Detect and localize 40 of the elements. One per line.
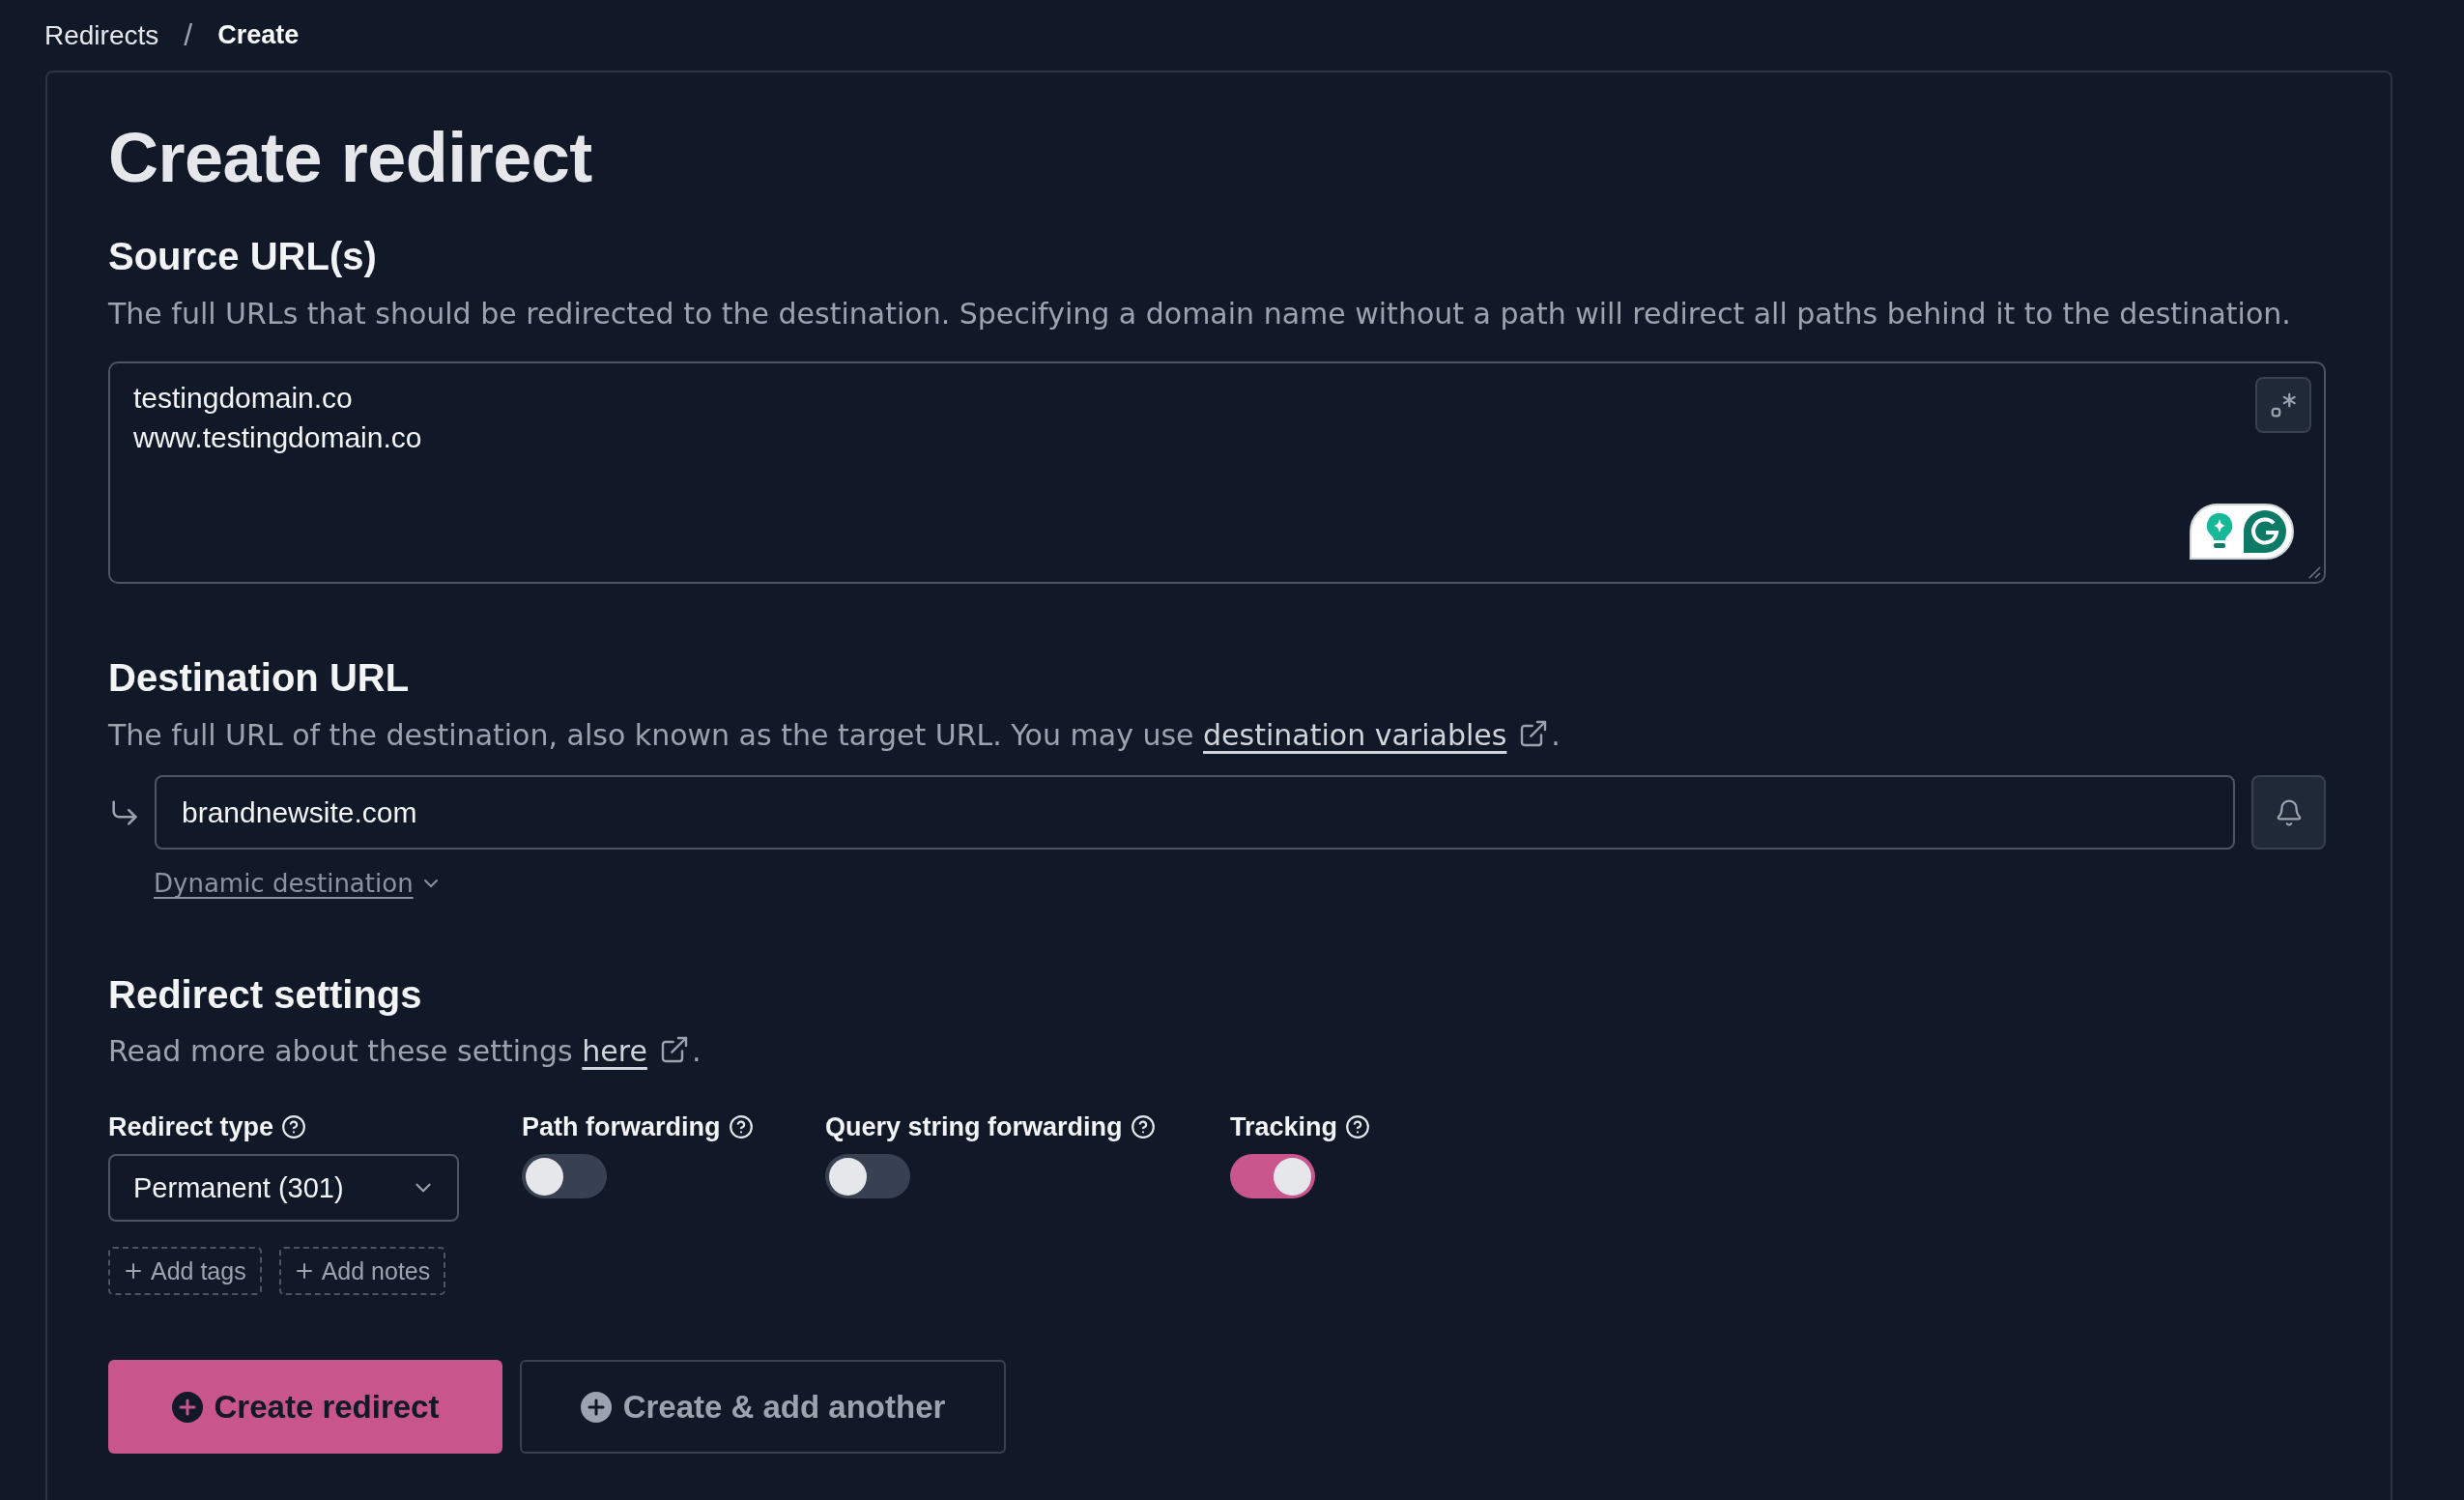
help-icon[interactable] xyxy=(1130,1114,1156,1139)
plus-circle-icon xyxy=(171,1391,203,1423)
create-redirect-button[interactable]: Create redirect xyxy=(108,1360,502,1454)
section-heading: Destination URL xyxy=(108,655,411,701)
toggle-switch[interactable] xyxy=(1230,1154,1315,1198)
plus-circle-icon xyxy=(580,1391,612,1423)
regex-button[interactable] xyxy=(2255,377,2311,433)
section-description: Read more about these settings here . xyxy=(108,1033,702,1070)
destination-url-field[interactable]: brandnewsite.com xyxy=(155,775,2235,850)
settings-link[interactable]: here xyxy=(582,1034,647,1068)
help-icon[interactable] xyxy=(1345,1114,1371,1139)
toggle-switch[interactable] xyxy=(825,1154,910,1198)
section-heading: Source URL(s) xyxy=(108,234,378,279)
redirect-type-select[interactable]: Permanent (301) xyxy=(108,1154,459,1222)
toggle-switch[interactable] xyxy=(522,1154,607,1198)
add-button[interactable]: Add notes xyxy=(278,1247,446,1295)
dynamic-destination-link[interactable]: Dynamic destination xyxy=(154,867,443,900)
breadcrumb-link[interactable]: Redirects xyxy=(44,19,159,51)
section-description: The full URL of the destination, also known as the target URL. You may use destination variables . xyxy=(108,717,1561,754)
section-heading: Redirect settings xyxy=(108,972,423,1018)
lightbulb-icon xyxy=(2205,512,2234,551)
field-label: Path forwarding xyxy=(522,1111,721,1142)
field-label: Query string forwarding xyxy=(825,1111,1123,1142)
resize-handle-icon[interactable] xyxy=(2307,565,2321,579)
breadcrumb-separator: / xyxy=(184,17,193,53)
create-another-button[interactable]: Create & add another xyxy=(520,1360,1006,1454)
source-urls-field[interactable]: testingdomain.co www.testingdomain.co xyxy=(108,361,2326,584)
bell-button[interactable] xyxy=(2251,775,2326,850)
variables-link[interactable]: destination variables xyxy=(1203,718,1507,752)
field-label: Tracking xyxy=(1230,1111,1338,1142)
breadcrumb-link[interactable]: Create xyxy=(217,20,300,50)
section-description: The full URLs that should be redirected to the destination. Specifying a domain name without a path will redirect all paths behind it to the destination. xyxy=(108,296,2292,332)
page-title: Create redirect xyxy=(108,118,593,198)
field-label: Redirect type xyxy=(108,1111,274,1142)
help-icon[interactable] xyxy=(281,1114,307,1139)
g-logo-icon xyxy=(2244,510,2286,553)
help-icon[interactable] xyxy=(728,1114,754,1139)
writing-assistant-badge[interactable] xyxy=(2190,504,2294,560)
regex-icon xyxy=(2269,390,2298,419)
add-button[interactable]: Add tags xyxy=(108,1247,262,1295)
